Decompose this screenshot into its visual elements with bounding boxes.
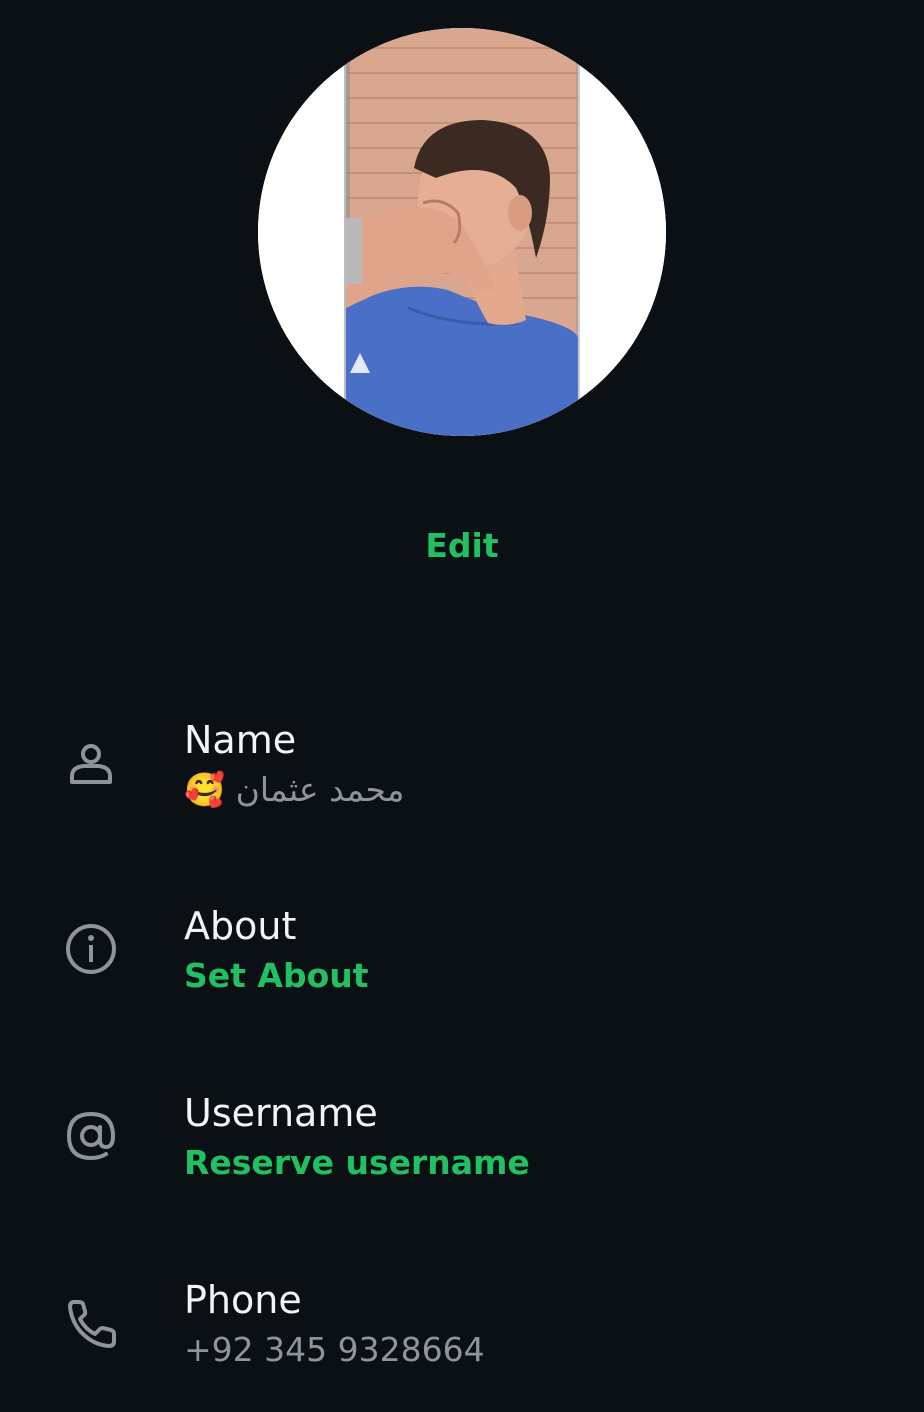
phone-row[interactable]: Phone +92 345 9328664	[0, 1278, 924, 1412]
name-row[interactable]: Name 🥰 محمد عثمان	[0, 718, 924, 868]
person-icon	[62, 734, 120, 792]
phone-value: +92 345 9328664	[184, 1330, 485, 1369]
name-label: Name	[184, 718, 297, 762]
username-row[interactable]: Username Reserve username	[0, 1091, 924, 1241]
edit-photo-button[interactable]: Edit	[0, 526, 924, 565]
phone-icon	[62, 1294, 120, 1352]
profile-photo[interactable]	[258, 28, 666, 436]
about-row[interactable]: About Set About	[0, 904, 924, 1054]
name-value: 🥰 محمد عثمان	[184, 770, 405, 809]
at-icon	[62, 1107, 120, 1165]
profile-screen: Edit Name 🥰 محمد عثمان About Set About U…	[0, 0, 924, 1412]
set-about-link[interactable]: Set About	[184, 956, 369, 996]
info-icon	[62, 920, 120, 978]
username-label: Username	[184, 1091, 378, 1135]
profile-photo-image	[258, 28, 666, 436]
about-label: About	[184, 904, 297, 948]
phone-label: Phone	[184, 1278, 302, 1322]
reserve-username-link[interactable]: Reserve username	[184, 1143, 530, 1183]
